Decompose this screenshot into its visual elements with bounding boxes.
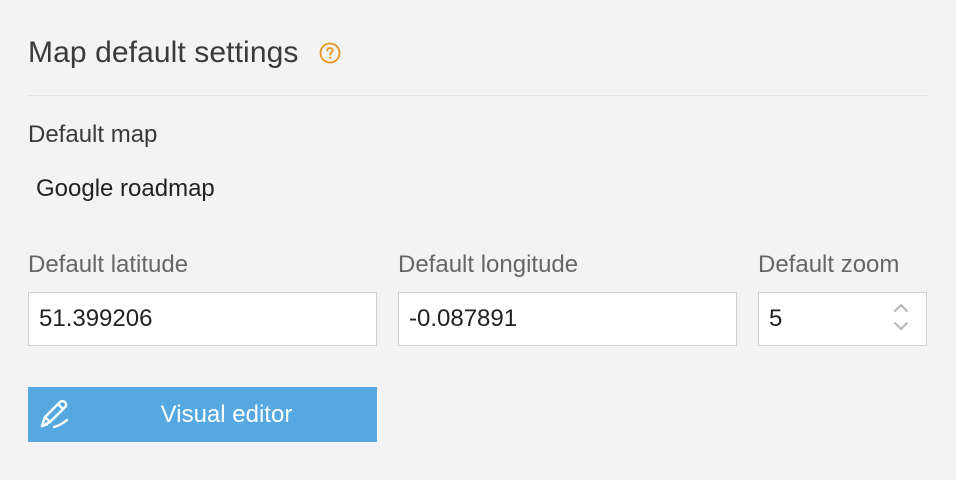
default-map-label: Default map [28,121,158,148]
help-circle-icon[interactable] [319,42,341,64]
map-default-settings-panel: Map default settings Default map Google … [0,0,956,480]
longitude-label: Default longitude [398,251,579,278]
visual-editor-button[interactable]: Visual editor [28,387,377,442]
latitude-input[interactable] [28,292,377,346]
latitude-label: Default latitude [28,251,189,278]
chevron-up-icon[interactable] [892,301,910,315]
longitude-input[interactable] [398,292,737,346]
chevron-down-icon[interactable] [892,319,910,333]
page-title: Map default settings [28,36,299,69]
default-map-value: Google roadmap [36,175,215,202]
zoom-stepper[interactable] [758,292,927,346]
zoom-input[interactable] [759,293,899,344]
header: Map default settings [28,30,341,76]
divider [28,95,928,96]
visual-editor-label: Visual editor [160,401,293,428]
zoom-label: Default zoom [758,251,900,278]
